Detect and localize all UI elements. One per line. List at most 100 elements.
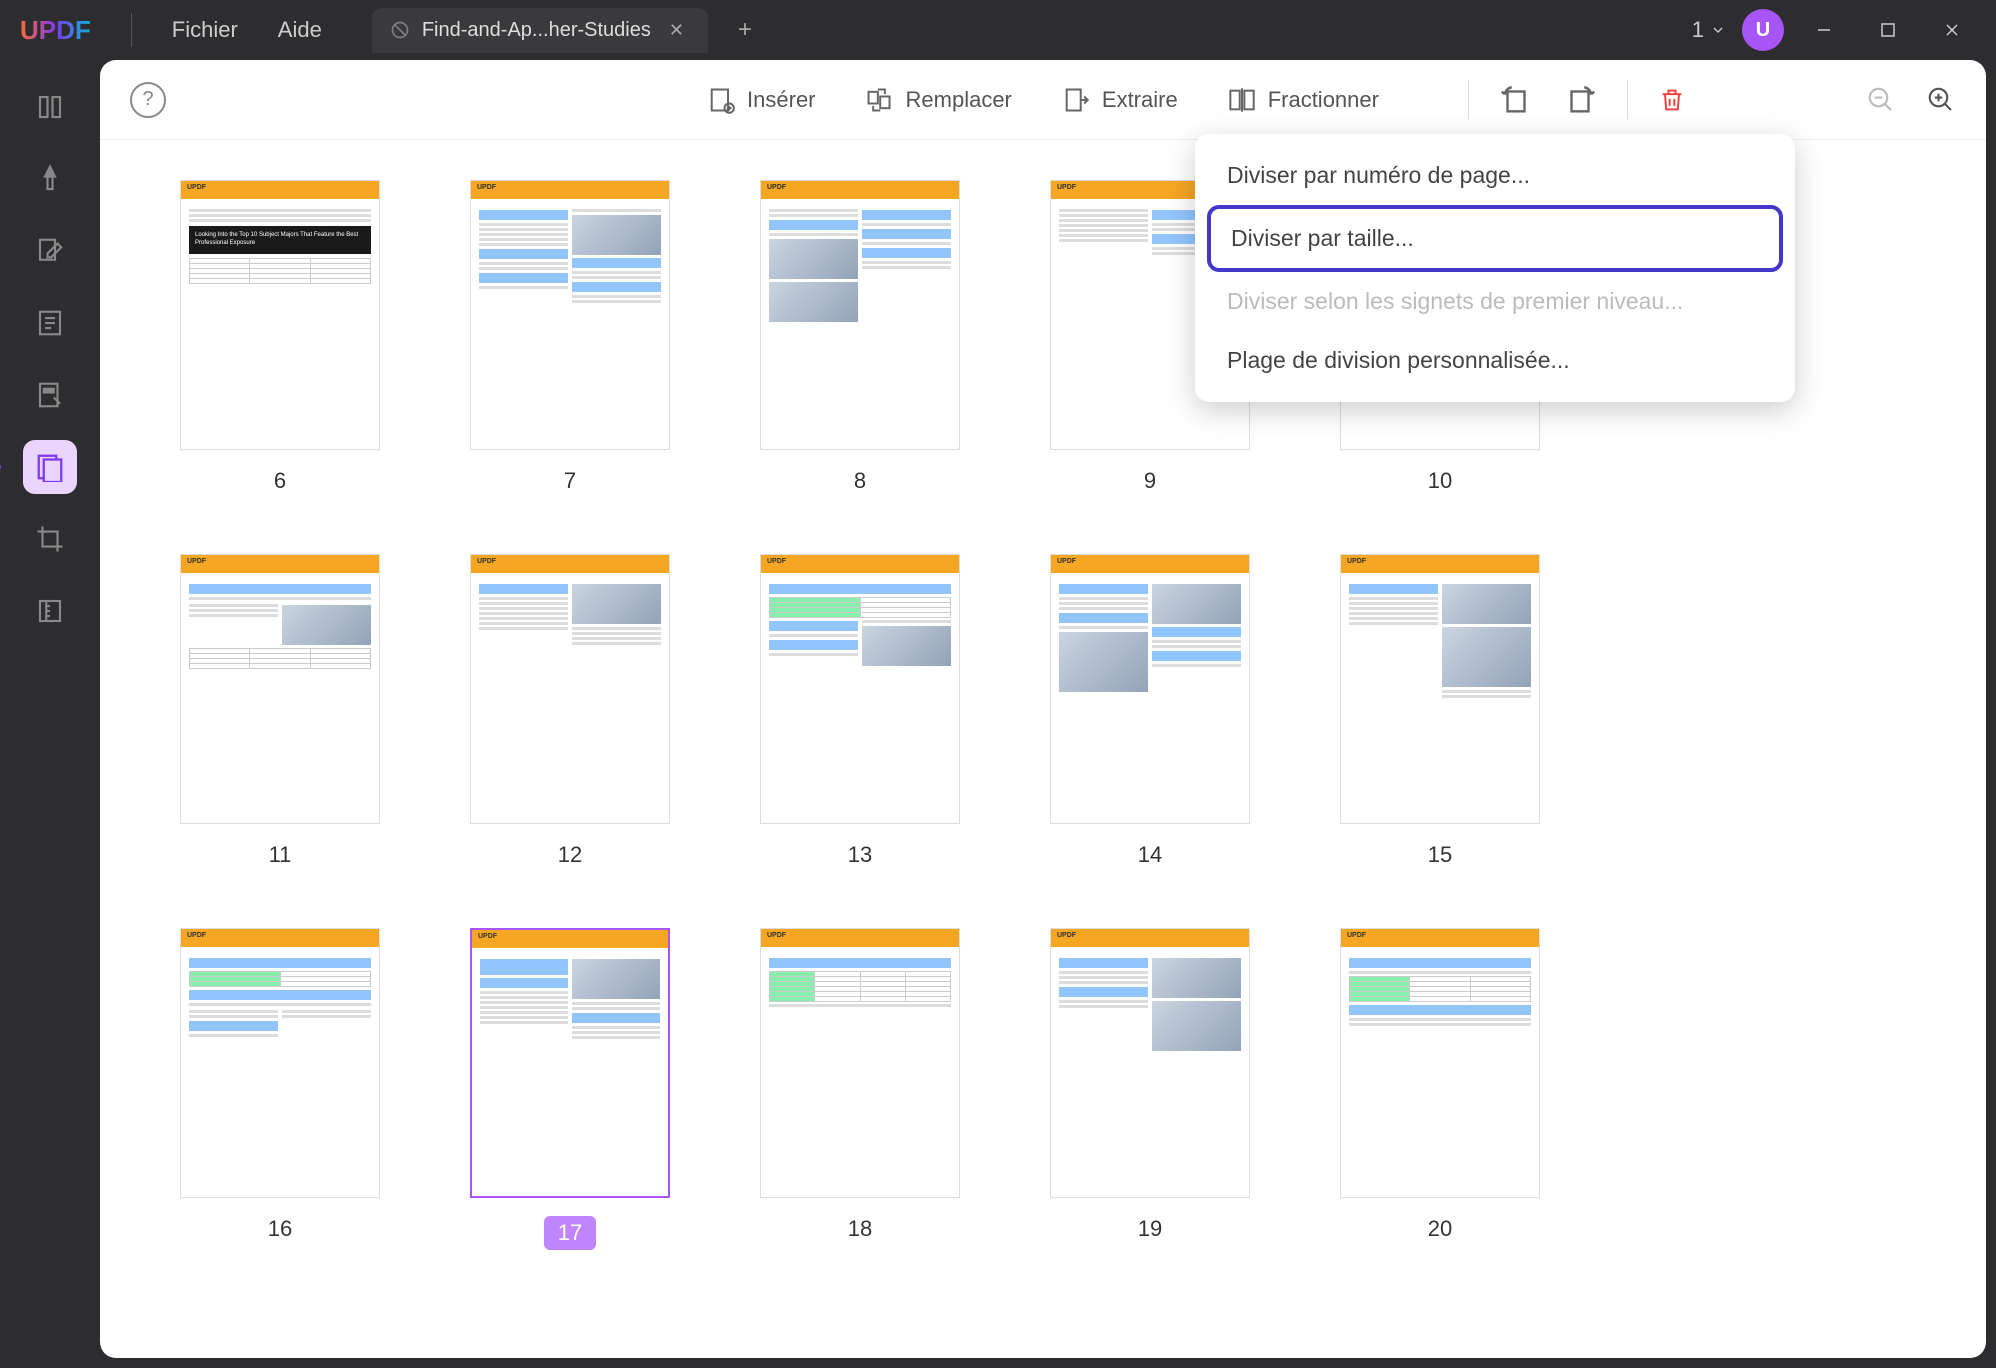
tool-replace-label: Remplacer (906, 87, 1012, 113)
page-thumb-cell: UPDF 12 (470, 554, 670, 868)
rotate-left-icon (1499, 83, 1533, 117)
sidebar-organize[interactable] (23, 440, 77, 494)
split-icon (1228, 86, 1256, 114)
menu-help[interactable]: Aide (258, 9, 342, 51)
window-maximize-icon[interactable] (1864, 10, 1912, 50)
tool-extract[interactable]: Extraire (1062, 86, 1178, 114)
page-number: 14 (1138, 842, 1162, 868)
dd-split-by-size[interactable]: Diviser par taille... (1207, 205, 1783, 272)
page-number: 7 (564, 468, 576, 494)
tool-split-label: Fractionner (1268, 87, 1379, 113)
menu-file[interactable]: Fichier (152, 9, 258, 51)
zoom-out-button[interactable] (1866, 85, 1896, 115)
page-thumb-cell: UPDF 7 (470, 180, 670, 494)
insert-icon (707, 86, 735, 114)
page-thumb-cell: UPDF 18 (760, 928, 960, 1250)
rotate-right-icon (1563, 83, 1597, 117)
page-number: 10 (1428, 468, 1452, 494)
trash-icon (1658, 86, 1686, 114)
page-number: 15 (1428, 842, 1452, 868)
replace-icon (866, 86, 894, 114)
page-thumb-cell: UPDF 17 (470, 928, 670, 1250)
tool-replace[interactable]: Remplacer (866, 86, 1012, 114)
titlebar-right: 1 U (1692, 9, 1976, 51)
page-thumb-cell: UPDF 15 (1340, 554, 1540, 868)
app-logo: UPDF (20, 15, 91, 46)
page-thumbnail[interactable]: UPDF (180, 554, 380, 824)
tab-close-icon[interactable]: ✕ (663, 18, 690, 43)
page-thumbnail[interactable]: UPDF (760, 554, 960, 824)
window-minimize-icon[interactable] (1800, 10, 1848, 50)
zoom-in-icon (1926, 85, 1956, 115)
page-number: 11 (269, 842, 292, 868)
sidebar-redact[interactable] (23, 368, 77, 422)
window-close-icon[interactable] (1928, 10, 1976, 50)
page-number: 13 (848, 842, 872, 868)
user-avatar[interactable]: U (1742, 9, 1784, 51)
page-thumbnail[interactable]: UPDF (1340, 554, 1540, 824)
sidebar-compress[interactable] (23, 584, 77, 638)
delete-button[interactable] (1658, 86, 1686, 114)
sidebar-form[interactable] (23, 296, 77, 350)
page-thumb-cell: UPDF 19 (1050, 928, 1250, 1250)
page-thumbnail[interactable]: UPDF Looking Into the Top 10 Subject Maj… (180, 180, 380, 450)
new-tab-button[interactable]: + (728, 10, 762, 50)
tool-insert[interactable]: Insérer (707, 86, 815, 114)
zoom-in-button[interactable] (1926, 85, 1956, 115)
tool-insert-label: Insérer (747, 87, 815, 113)
tool-group: Insérer Remplacer Extraire Fractionner (707, 86, 1379, 114)
page-thumb-cell: UPDF 8 (760, 180, 960, 494)
split-dropdown: Diviser par numéro de page... Diviser pa… (1195, 134, 1795, 402)
page-number: 12 (558, 842, 582, 868)
page-thumb-cell: UPDF Looking Into the Top 10 Subject Maj… (180, 180, 380, 494)
sidebar-edit[interactable] (23, 224, 77, 278)
page-thumbnail[interactable]: UPDF (470, 180, 670, 450)
dd-split-by-bookmark: Diviser selon les signets de premier niv… (1207, 272, 1783, 331)
counter-value: 1 (1692, 17, 1704, 43)
extract-icon (1062, 86, 1090, 114)
dd-split-custom[interactable]: Plage de division personnalisée... (1207, 331, 1783, 390)
page-thumbnail[interactable]: UPDF (1050, 554, 1250, 824)
titlebar: UPDF Fichier Aide Find-and-Ap...her-Stud… (0, 0, 1996, 60)
page-thumb-cell: UPDF 16 (180, 928, 380, 1250)
page-number: 8 (854, 468, 866, 494)
tool-extract-label: Extraire (1102, 87, 1178, 113)
sidebar (0, 60, 100, 1358)
page-thumbnail[interactable]: UPDF (470, 928, 670, 1198)
page-number: 18 (848, 1216, 872, 1242)
page-thumb-cell: UPDF 13 (760, 554, 960, 868)
page-number: 17 (544, 1216, 596, 1250)
chevron-down-icon (1710, 22, 1726, 38)
zoom-out-icon (1866, 85, 1896, 115)
document-tab[interactable]: Find-and-Ap...her-Studies ✕ (372, 8, 708, 53)
page-thumbnail[interactable]: UPDF (1340, 928, 1540, 1198)
tool-split[interactable]: Fractionner (1228, 86, 1379, 114)
sidebar-highlight[interactable] (23, 152, 77, 206)
page-thumb-cell: UPDF 14 (1050, 554, 1250, 868)
page-thumbnail[interactable]: UPDF (1050, 928, 1250, 1198)
page-thumbnail[interactable]: UPDF (470, 554, 670, 824)
sidebar-crop[interactable] (23, 512, 77, 566)
help-icon[interactable]: ? (130, 82, 166, 118)
page-number: 20 (1428, 1216, 1452, 1242)
window-counter[interactable]: 1 (1692, 17, 1726, 43)
dd-split-by-page[interactable]: Diviser par numéro de page... (1207, 146, 1783, 205)
page-number: 6 (274, 468, 286, 494)
toolbar: ? Insérer Remplacer Extraire Fractionner (100, 60, 1986, 140)
toolbar-right (1468, 80, 1956, 120)
sidebar-reader[interactable] (23, 80, 77, 134)
page-number: 9 (1144, 468, 1156, 494)
active-indicator (0, 463, 1, 471)
page-thumb-cell: UPDF 11 (180, 554, 380, 868)
page-thumbnail[interactable]: UPDF (760, 928, 960, 1198)
tab-doc-icon (390, 20, 410, 40)
separator (131, 13, 132, 47)
page-thumb-cell: UPDF 20 (1340, 928, 1540, 1250)
page-thumbnail[interactable]: UPDF (180, 928, 380, 1198)
rotate-left-button[interactable] (1499, 83, 1533, 117)
rotate-right-button[interactable] (1563, 83, 1597, 117)
content-panel: ? Insérer Remplacer Extraire Fractionner (100, 60, 1986, 1358)
page-number: 16 (268, 1216, 292, 1242)
separator (1627, 80, 1628, 120)
page-thumbnail[interactable]: UPDF (760, 180, 960, 450)
